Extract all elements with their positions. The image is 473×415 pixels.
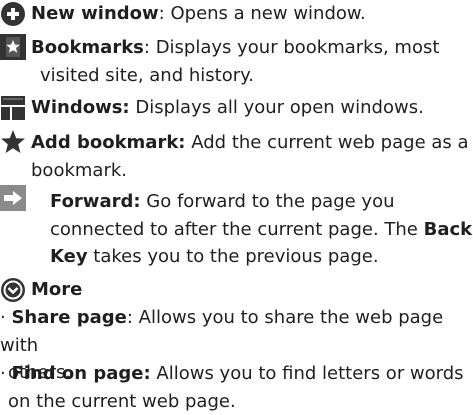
- add-bookmark-description-line2: bookmark.: [0, 157, 473, 185]
- find-on-page-entry: · Find on page: Allows you to find lette…: [0, 360, 473, 415]
- bookmarks-description-line1: Displays your bookmarks, most: [156, 37, 440, 58]
- add-bookmark-entry: Add bookmark: Add the current web page a…: [0, 129, 473, 184]
- new-window-entry: New window: Opens a new window.: [0, 0, 473, 28]
- add-bookmark-title: Add bookmark:: [31, 132, 186, 153]
- add-bookmark-text: Add bookmark: Add the current web page a…: [0, 129, 473, 157]
- share-page-title: Share page: [11, 307, 126, 328]
- new-window-title: New window: [31, 3, 159, 24]
- bookmark-star-icon: [0, 34, 26, 60]
- find-on-page-description-line2: on the current web page.: [0, 388, 473, 415]
- more-title: More: [31, 279, 82, 300]
- new-window-description: Opens a new window.: [170, 3, 365, 24]
- bookmarks-title: Bookmarks: [31, 37, 144, 58]
- find-on-page-title: Find on page:: [11, 363, 150, 384]
- manual-page: New window: Opens a new window. Bookmark…: [0, 0, 473, 414]
- windows-icon: [0, 95, 26, 121]
- forward-entry: Forward: Go forward to the page you conn…: [0, 188, 473, 271]
- star-icon: [0, 129, 26, 155]
- plus-circle-icon: [0, 1, 26, 27]
- bookmarks-text: Bookmarks: Displays your bookmarks, most: [0, 34, 473, 62]
- windows-title: Windows:: [31, 97, 130, 118]
- more-text: More: [0, 276, 473, 304]
- bullet-marker: ·: [0, 360, 6, 388]
- windows-description: Displays all your open windows.: [135, 97, 423, 118]
- bullet-marker: ·: [0, 304, 6, 332]
- find-on-page-description-line1: Allows you to find letters or words: [156, 363, 463, 384]
- chevron-down-circle-icon: [0, 277, 26, 303]
- new-window-text: New window: Opens a new window.: [0, 0, 473, 28]
- forward-text-line3: Key takes you to the previous page.: [0, 243, 473, 271]
- bookmarks-description-line2: visited site, and history.: [0, 62, 473, 90]
- share-page-text: · Share page: Allows you to share the we…: [0, 304, 473, 359]
- windows-text: Windows: Displays all your open windows.: [0, 94, 473, 122]
- windows-entry: Windows: Displays all your open windows.: [0, 94, 473, 122]
- find-on-page-text: · Find on page: Allows you to find lette…: [0, 360, 473, 388]
- bookmarks-entry: Bookmarks: Displays your bookmarks, most…: [0, 34, 473, 89]
- forward-text-line1: Forward: Go forward to the page you: [0, 188, 473, 216]
- forward-arrow-icon: [0, 185, 26, 211]
- forward-title: Forward:: [50, 191, 141, 212]
- more-entry: More: [0, 276, 473, 304]
- forward-text-line2: connected to after the current page. The…: [0, 216, 473, 244]
- add-bookmark-description-line1: Add the current web page as a: [191, 132, 468, 153]
